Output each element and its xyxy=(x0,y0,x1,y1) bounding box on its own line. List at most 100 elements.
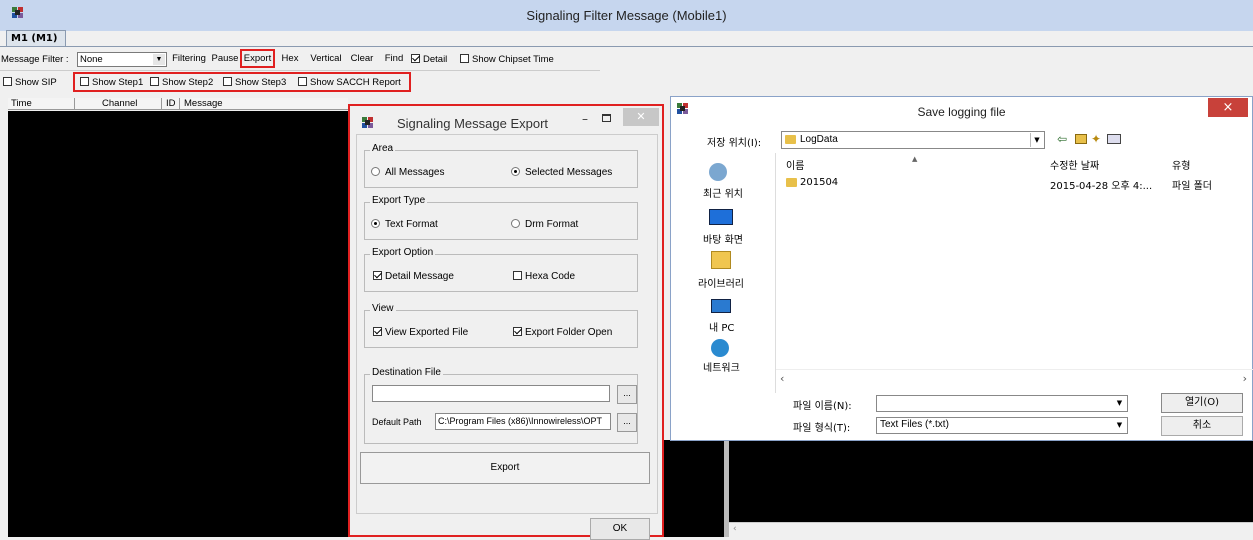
drm-format-label: Drm Format xyxy=(525,219,579,230)
detail-checkbox[interactable]: Detail xyxy=(411,54,447,65)
checkbox-icon xyxy=(513,271,522,280)
main-titlebar: Signaling Filter Message (Mobile1) xyxy=(0,0,1253,31)
message-detail-pane[interactable] xyxy=(664,440,724,537)
view-exported-file-checkbox[interactable]: View Exported File xyxy=(373,327,468,338)
toolbar-divider xyxy=(0,70,600,71)
file-list[interactable]: 이름 ▲ 수정한 날짜 유형 201504 2015-04-28 오후 4:..… xyxy=(775,153,1253,393)
save-file-dialog: Save logging file × 저장 위치(I): LogData ▼ … xyxy=(670,96,1253,441)
col-name[interactable]: 이름 xyxy=(786,157,804,172)
col-divider xyxy=(161,98,162,109)
place-desktop[interactable]: 바탕 화면 xyxy=(703,231,743,246)
detail-message-checkbox[interactable]: Detail Message xyxy=(373,271,454,282)
col-divider xyxy=(179,98,180,109)
hexa-code-checkbox[interactable]: Hexa Code xyxy=(513,271,575,282)
filetype-label: 파일 형식(T): xyxy=(793,423,851,434)
show-sacch-checkbox[interactable]: Show SACCH Report xyxy=(298,77,401,88)
hex-button[interactable]: Hex xyxy=(279,51,301,67)
list-item[interactable]: 201504 2015-04-28 오후 4:... 파일 폴더 xyxy=(776,175,1253,192)
location-label: 저장 위치(I): xyxy=(707,138,762,149)
pause-button[interactable]: Pause xyxy=(209,51,241,67)
export-option-group: Export Option Detail Message Hexa Code xyxy=(364,247,638,292)
show-step3-checkbox[interactable]: Show Step3 xyxy=(223,77,286,88)
col-date[interactable]: 수정한 날짜 xyxy=(1050,157,1099,172)
all-messages-radio[interactable]: All Messages xyxy=(371,167,444,178)
chevron-down-icon[interactable]: ▼ xyxy=(153,54,165,65)
library-icon[interactable] xyxy=(703,249,737,277)
desktop-screen-shape xyxy=(709,209,733,225)
hex-view-pane[interactable] xyxy=(729,440,1253,522)
export-button[interactable]: Export xyxy=(240,49,275,68)
filtering-button[interactable]: Filtering xyxy=(171,51,207,67)
destination-group: Destination File ... Default Path C:\Pro… xyxy=(364,367,638,444)
new-folder-icon[interactable]: ✦ xyxy=(1091,132,1101,146)
col-type[interactable]: 유형 xyxy=(1172,157,1190,172)
filename-label: 파일 이름(N): xyxy=(793,401,852,412)
clear-button[interactable]: Clear xyxy=(348,51,376,67)
close-icon[interactable]: × xyxy=(1208,98,1248,117)
place-recent[interactable]: 최근 위치 xyxy=(703,185,743,200)
selected-messages-radio[interactable]: Selected Messages xyxy=(511,167,612,178)
export-folder-open-label: Export Folder Open xyxy=(525,327,613,338)
export-folder-open-checkbox[interactable]: Export Folder Open xyxy=(513,327,612,338)
minimize-icon[interactable]: – xyxy=(582,112,588,126)
find-button[interactable]: Find xyxy=(382,51,406,67)
scroll-right-icon[interactable]: › xyxy=(1243,372,1247,385)
show-sip-checkbox[interactable]: Show SIP xyxy=(3,77,57,88)
col-channel[interactable]: Channel xyxy=(102,98,137,109)
signaling-export-dialog: Signaling Message Export – ✕ Area All Me… xyxy=(348,104,664,540)
recent-globe-shape xyxy=(709,163,727,181)
message-list[interactable] xyxy=(8,111,350,537)
checkbox-checked-icon xyxy=(373,271,382,280)
detail-message-label: Detail Message xyxy=(385,271,454,282)
filetype-select[interactable]: Text Files (*.txt) ▼ xyxy=(876,417,1128,434)
show-step1-checkbox[interactable]: Show Step1 xyxy=(80,77,143,88)
checkbox-checked-icon xyxy=(373,327,382,336)
scroll-left-icon[interactable]: ‹ xyxy=(733,524,737,534)
radio-icon xyxy=(371,167,380,176)
scroll-left-icon[interactable]: ‹ xyxy=(780,372,784,385)
close-icon[interactable]: ✕ xyxy=(623,108,659,126)
location-select[interactable]: LogData ▼ xyxy=(781,131,1045,149)
horizontal-scrollbar[interactable]: ‹ xyxy=(729,522,1253,537)
view-menu-icon[interactable] xyxy=(1107,134,1121,144)
maximize-icon[interactable] xyxy=(602,114,611,122)
save-dialog-titlebar: Save logging file × xyxy=(671,97,1252,125)
default-path-input[interactable]: C:\Program Files (x86)\Innowireless\OPT xyxy=(435,413,611,430)
show-chipset-time-checkbox[interactable]: Show Chipset Time xyxy=(460,54,554,65)
export-submit-button[interactable]: Export xyxy=(360,452,650,484)
open-button[interactable]: 열기(O) xyxy=(1161,393,1243,413)
back-arrow-icon[interactable]: ⇦ xyxy=(1057,132,1067,146)
message-filter-select[interactable]: None ▼ xyxy=(77,52,167,67)
drm-format-radio[interactable]: Drm Format xyxy=(511,219,578,230)
checkbox-icon xyxy=(3,77,12,86)
radio-selected-icon xyxy=(511,167,520,176)
destination-file-input[interactable] xyxy=(372,385,610,402)
chevron-down-icon[interactable]: ▼ xyxy=(1113,397,1126,410)
browse-destination-button[interactable]: ... xyxy=(617,385,637,404)
radio-icon xyxy=(511,219,520,228)
col-time[interactable]: Time xyxy=(11,98,32,109)
place-this-pc[interactable]: 내 PC xyxy=(709,319,734,334)
up-folder-icon[interactable] xyxy=(1075,134,1087,144)
file-list-scrollbar[interactable]: ‹ › xyxy=(776,369,1253,387)
checkbox-checked-icon xyxy=(411,54,420,63)
cancel-button[interactable]: 취소 xyxy=(1161,416,1243,436)
place-library[interactable]: 라이브러리 xyxy=(698,275,744,290)
show-step2-checkbox[interactable]: Show Step2 xyxy=(150,77,213,88)
col-id[interactable]: ID xyxy=(166,98,176,109)
checkbox-checked-icon xyxy=(513,327,522,336)
checkbox-icon xyxy=(460,54,469,63)
view-exported-file-label: View Exported File xyxy=(385,327,469,338)
chevron-down-icon[interactable]: ▼ xyxy=(1030,133,1043,147)
col-message[interactable]: Message xyxy=(184,98,223,109)
tab-m1[interactable]: M1 (M1) xyxy=(6,30,66,46)
text-format-radio[interactable]: Text Format xyxy=(371,219,438,230)
show-sip-label: Show SIP xyxy=(15,77,57,88)
browse-default-path-button[interactable]: ... xyxy=(617,413,637,432)
place-network[interactable]: 네트워크 xyxy=(703,359,740,374)
vertical-button[interactable]: Vertical xyxy=(307,51,345,67)
filename-input[interactable]: ▼ xyxy=(876,395,1128,412)
detail-label: Detail xyxy=(423,54,448,65)
chevron-down-icon[interactable]: ▼ xyxy=(1113,419,1126,432)
radio-selected-icon xyxy=(371,219,380,228)
